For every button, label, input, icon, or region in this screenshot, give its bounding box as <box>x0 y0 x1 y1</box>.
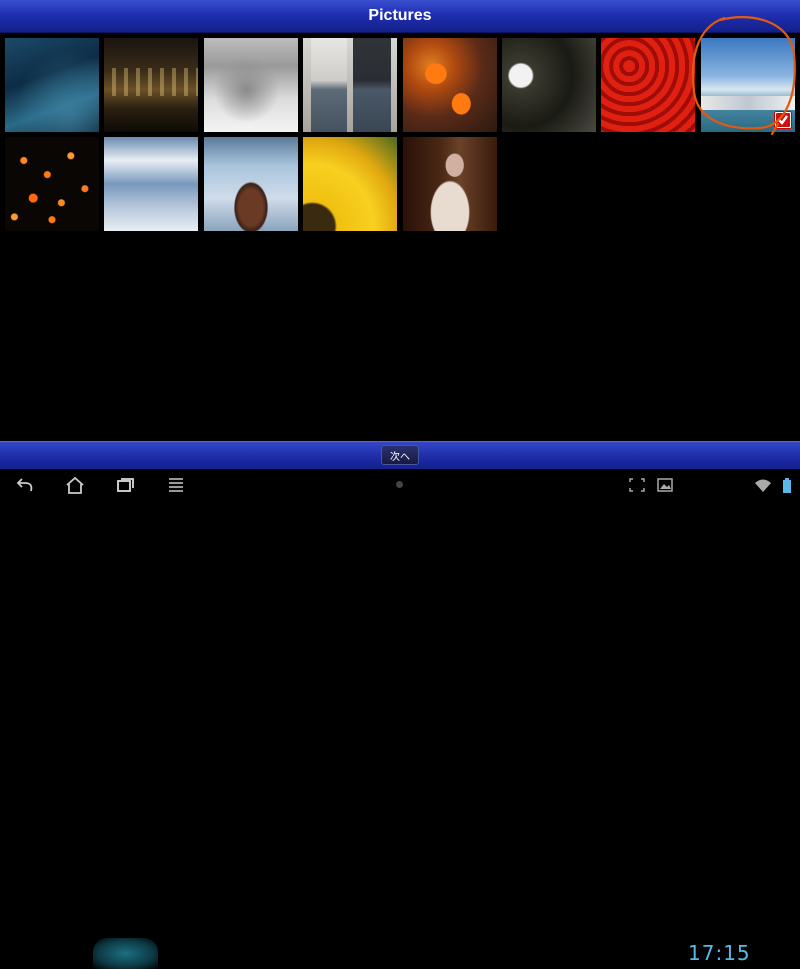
battery-icon <box>783 478 791 493</box>
thumb-sky-lanterns[interactable] <box>5 137 99 231</box>
thumb-white-flower[interactable] <box>502 38 596 132</box>
home-icon[interactable] <box>64 475 86 495</box>
wifi-icon <box>755 479 771 492</box>
thumb-night-building[interactable] <box>104 38 198 132</box>
nav-center-dot <box>396 481 403 488</box>
thumb-red-lanterns[interactable] <box>601 38 695 132</box>
thumb-woman-portrait[interactable] <box>403 137 497 231</box>
thumb-couple-walking[interactable] <box>303 38 397 132</box>
screenshot-icon <box>629 478 645 492</box>
status-clock: 17:15 <box>688 941 751 965</box>
thumb-sleeping-cat[interactable] <box>204 38 298 132</box>
thumb-rock-sea[interactable] <box>204 137 298 231</box>
thumb-lake[interactable] <box>5 38 99 132</box>
menu-icon[interactable] <box>165 475 187 495</box>
system-nav-bar: 17:15 <box>0 469 800 969</box>
recent-apps-icon[interactable] <box>114 475 136 495</box>
thumb-harbor-boats[interactable] <box>701 38 795 132</box>
back-icon[interactable] <box>14 475 36 495</box>
recent-apps-highlight <box>93 938 158 969</box>
thumb-cloudy-sky[interactable] <box>104 137 198 231</box>
thumb-clownfish[interactable] <box>403 38 497 132</box>
next-button[interactable]: 次へ <box>381 445 419 465</box>
thumbnail-grid <box>0 0 800 440</box>
thumb-sunflower[interactable] <box>303 137 397 231</box>
selected-check-icon[interactable] <box>774 111 792 129</box>
gallery-notification-icon <box>657 478 673 492</box>
